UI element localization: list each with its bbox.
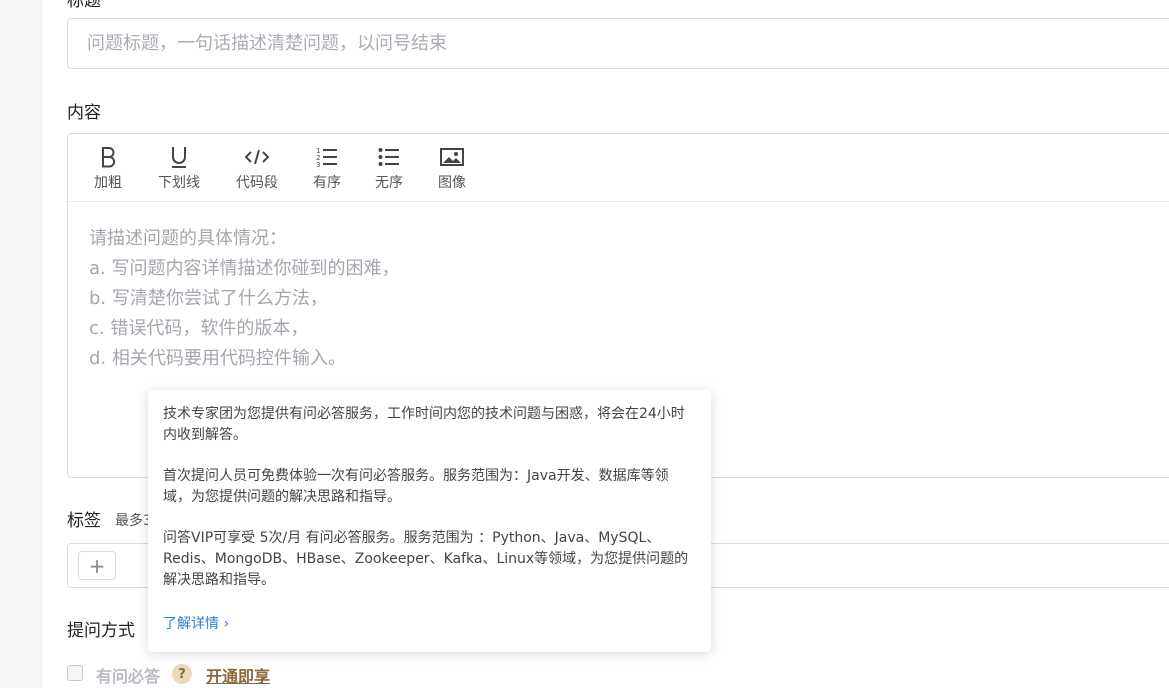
unordered-list-icon: [378, 144, 400, 170]
underline-button[interactable]: 下划线: [158, 144, 200, 192]
bold-button[interactable]: 加粗: [94, 144, 122, 192]
unordered-list-button[interactable]: 无序: [375, 144, 403, 192]
underline-icon: [170, 144, 188, 170]
learn-more-link[interactable]: 了解详情 ›: [163, 614, 229, 635]
underline-label: 下划线: [158, 175, 200, 191]
left-gutter: [0, 0, 42, 688]
title-label: 标题: [67, 0, 101, 11]
ordered-list-icon: 123: [316, 144, 338, 170]
bold-icon: [99, 144, 117, 170]
ordered-list-button[interactable]: 123 有序: [313, 144, 341, 192]
tags-hint: 最多3: [115, 513, 152, 529]
code-label: 代码段: [236, 175, 278, 191]
content-label: 内容: [67, 103, 101, 123]
popover-paragraph: 问答VIP可享受 5次/月 有问必答服务。服务范围为 ：Python、Java、…: [163, 530, 689, 588]
image-button[interactable]: 图像: [438, 144, 466, 192]
open-vip-link[interactable]: 开通即享: [206, 663, 270, 687]
bold-label: 加粗: [94, 175, 122, 191]
tags-label: 标签: [67, 511, 101, 531]
ordered-list-label: 有序: [313, 175, 341, 191]
popover-paragraph: 技术专家团为您提供有问必答服务，工作时间内您的技术问题与困惑，将会在24小时内收…: [163, 406, 685, 443]
code-button[interactable]: 代码段: [236, 144, 278, 192]
placeholder-line: 请描述问题的具体情况：: [89, 228, 287, 249]
help-icon[interactable]: ?: [172, 664, 192, 684]
placeholder-line: b. 写清楚你尝试了什么方法，: [89, 288, 328, 309]
ask-method-label: 提问方式: [67, 621, 135, 641]
code-icon: [245, 144, 269, 170]
title-input[interactable]: [67, 18, 1169, 69]
placeholder-line: c. 错误代码，软件的版本，: [89, 318, 309, 339]
svg-text:3: 3: [316, 161, 320, 168]
image-label: 图像: [438, 175, 466, 191]
placeholder-line: d. 相关代码要用代码控件输入。: [89, 348, 346, 369]
placeholder-line: a. 写问题内容详情描述你碰到的困难，: [89, 258, 400, 279]
content-textarea[interactable]: 请描述问题的具体情况： a. 写问题内容详情描述你碰到的困难， b. 写清楚你尝…: [68, 202, 1169, 396]
answer-guarantee-checkbox[interactable]: [67, 665, 83, 681]
add-tag-button[interactable]: +: [78, 551, 116, 580]
service-info-popover: 技术专家团为您提供有问必答服务，工作时间内您的技术问题与困惑，将会在24小时内收…: [148, 390, 711, 652]
popover-paragraph: 首次提问人员可免费体验一次有问必答服务。服务范围为：Java开发、数据库等领域，…: [163, 468, 669, 505]
image-icon: [440, 144, 464, 170]
editor-toolbar: 加粗 下划线 代码段 123 有序 无序 图像: [68, 134, 1169, 202]
answer-guarantee-label: 有问必答: [96, 667, 161, 686]
unordered-list-label: 无序: [375, 175, 403, 191]
